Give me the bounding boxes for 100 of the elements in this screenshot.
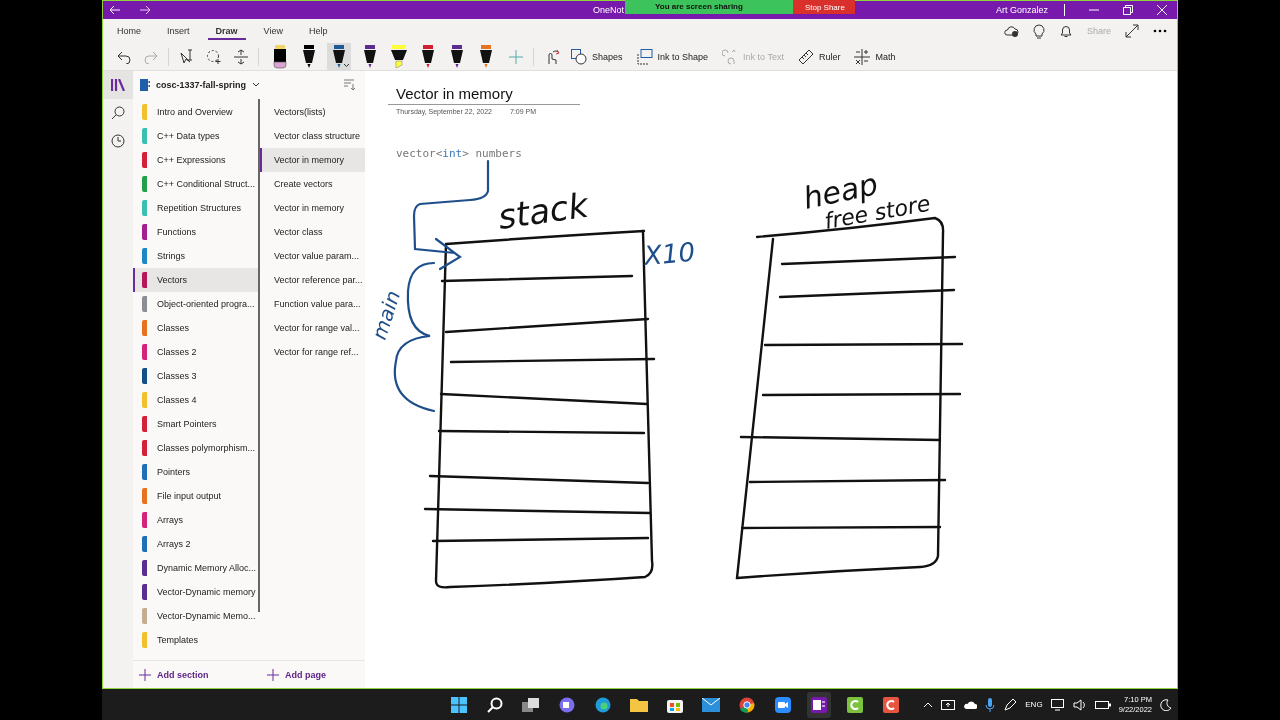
ribbon-tab[interactable]: Help bbox=[300, 22, 336, 40]
section-tab[interactable]: Classes 4 bbox=[133, 388, 258, 412]
section-label: Vector-Dynamic Memo... bbox=[157, 611, 256, 621]
section-tab[interactable]: Intro and Overview bbox=[133, 100, 258, 124]
section-tab[interactable]: Vector-Dynamic Memo... bbox=[133, 604, 258, 628]
notebooks-icon[interactable] bbox=[103, 71, 133, 99]
page-tab[interactable]: Vector value param... bbox=[260, 244, 365, 268]
battery-icon[interactable] bbox=[1094, 699, 1111, 710]
shapes-button[interactable]: Shapes bbox=[571, 48, 623, 65]
section-label: Arrays bbox=[157, 515, 183, 525]
back-icon[interactable] bbox=[109, 5, 121, 15]
chevron-down-icon bbox=[252, 82, 261, 88]
notebook-dropdown[interactable]: cosc-1337-fall-spring bbox=[140, 79, 261, 91]
ink-to-shape-button[interactable]: Ink to Shape bbox=[636, 48, 709, 65]
section-tab[interactable]: C++ Data types bbox=[133, 124, 258, 148]
section-label: Vector-Dynamic memory bbox=[157, 587, 256, 597]
sort-icon[interactable] bbox=[343, 79, 355, 91]
plus-icon bbox=[139, 668, 151, 681]
chevron-up-icon[interactable] bbox=[923, 701, 934, 708]
more-icon[interactable] bbox=[1153, 29, 1167, 33]
section-tab[interactable]: Arrays bbox=[133, 508, 258, 532]
window-title: OneNot bbox=[593, 5, 625, 15]
page-tab[interactable]: Vector reference par... bbox=[260, 268, 365, 292]
section-tab[interactable]: Vectors bbox=[133, 268, 258, 292]
forward-icon[interactable] bbox=[139, 5, 151, 15]
section-label: Classes polymorphism... bbox=[157, 443, 256, 453]
section-tab[interactable]: Smart Pointers bbox=[133, 412, 258, 436]
handwritten-label: X10 bbox=[642, 236, 697, 271]
section-tab[interactable]: Strings bbox=[133, 244, 258, 268]
page-tab[interactable]: Vector in memory bbox=[260, 196, 365, 220]
handwritten-label: main bbox=[366, 287, 406, 343]
section-tab[interactable]: Functions bbox=[133, 220, 258, 244]
section-label: Classes 2 bbox=[157, 347, 197, 357]
section-tab[interactable]: C++ Expressions bbox=[133, 148, 258, 172]
section-label: Classes bbox=[157, 323, 189, 333]
section-label: Vectors bbox=[157, 275, 187, 285]
section-tab[interactable]: C++ Conditional Struct... bbox=[133, 172, 258, 196]
section-tab[interactable]: Classes 3 bbox=[133, 364, 258, 388]
page-tab[interactable]: Vector class bbox=[260, 220, 365, 244]
stop-share-button[interactable]: Stop Share bbox=[792, 0, 855, 14]
section-tab[interactable]: Pointers bbox=[133, 460, 258, 484]
section-label: Classes 3 bbox=[157, 371, 197, 381]
screen-icon[interactable] bbox=[941, 699, 956, 710]
ribbon-tab[interactable]: Insert bbox=[159, 22, 198, 40]
page-tab[interactable]: Vector class structure bbox=[260, 124, 365, 148]
page-tab[interactable]: Vector for range ref... bbox=[260, 340, 365, 364]
section-tab[interactable]: Dynamic Memory Alloc... bbox=[133, 556, 258, 580]
page-tab[interactable]: Vectors(lists) bbox=[260, 100, 365, 124]
add-page-button[interactable]: Add page bbox=[261, 661, 326, 688]
caret-icon[interactable] bbox=[343, 62, 350, 68]
section-tab[interactable]: Templates bbox=[133, 628, 258, 652]
ribbon-tab[interactable]: View bbox=[255, 22, 291, 40]
section-tab[interactable]: Classes 2 bbox=[133, 340, 258, 364]
code-line: vector<int> numbers bbox=[396, 147, 523, 160]
expand-icon[interactable] bbox=[1125, 24, 1139, 38]
section-label: Templates bbox=[157, 635, 199, 645]
section-label: Dynamic Memory Alloc... bbox=[157, 563, 257, 573]
network-icon[interactable] bbox=[1050, 698, 1065, 711]
cloud-sync-icon[interactable] bbox=[1002, 24, 1019, 38]
close-icon[interactable] bbox=[1157, 5, 1167, 15]
notes-app-icon[interactable] bbox=[807, 691, 831, 718]
section-tab[interactable]: Vector-Dynamic memory bbox=[133, 580, 258, 604]
ribbon-tab[interactable]: Home bbox=[109, 22, 149, 40]
page-title[interactable]: Vector in memory bbox=[388, 85, 580, 105]
section-label: File input output bbox=[157, 491, 222, 501]
section-tab[interactable]: Repetition Structures bbox=[133, 196, 258, 220]
volume-icon[interactable] bbox=[1072, 698, 1087, 711]
add-section-button[interactable]: Add section bbox=[133, 661, 261, 688]
math-button[interactable]: Math bbox=[854, 48, 896, 65]
section-tab[interactable]: Arrays 2 bbox=[133, 532, 258, 556]
page-tab[interactable]: Function value para... bbox=[260, 292, 365, 316]
section-label: C++ Expressions bbox=[157, 155, 226, 165]
cloud-icon[interactable] bbox=[963, 700, 978, 709]
section-tab[interactable]: Object-oriented progra... bbox=[133, 292, 258, 316]
pen-button[interactable] bbox=[327, 42, 351, 71]
section-label: Classes 4 bbox=[157, 395, 197, 405]
section-label: Repetition Structures bbox=[157, 203, 242, 213]
lightbulb-icon[interactable] bbox=[1032, 23, 1045, 39]
ruler-button[interactable]: Ruler bbox=[797, 48, 841, 65]
section-label: Intro and Overview bbox=[157, 107, 233, 117]
page-tab[interactable]: Vector in memory bbox=[260, 148, 365, 172]
section-tab[interactable]: Classes polymorphism... bbox=[133, 436, 258, 460]
shapes-icon bbox=[571, 48, 587, 65]
microphone-icon[interactable] bbox=[985, 697, 996, 712]
page-tab[interactable]: Create vectors bbox=[260, 172, 365, 196]
ruler-icon bbox=[797, 48, 814, 65]
pen-icon[interactable] bbox=[1003, 697, 1018, 712]
sharing-banner: You are screen sharing bbox=[625, 0, 793, 14]
moon-icon[interactable] bbox=[1160, 698, 1172, 711]
section-label: Functions bbox=[157, 227, 197, 237]
page-tab[interactable]: Vector for range val... bbox=[260, 316, 365, 340]
section-tab[interactable]: Classes bbox=[133, 316, 258, 340]
handwritten-label: stack bbox=[495, 184, 591, 237]
ribbon-tab[interactable]: Draw bbox=[207, 22, 246, 40]
notebook-icon bbox=[140, 79, 150, 91]
bell-icon[interactable] bbox=[1058, 24, 1073, 38]
section-label: Arrays 2 bbox=[157, 539, 191, 549]
restore-icon[interactable] bbox=[1123, 5, 1133, 15]
section-tab[interactable]: File input output bbox=[133, 484, 258, 508]
language-indicator[interactable]: ENG bbox=[1025, 700, 1043, 709]
